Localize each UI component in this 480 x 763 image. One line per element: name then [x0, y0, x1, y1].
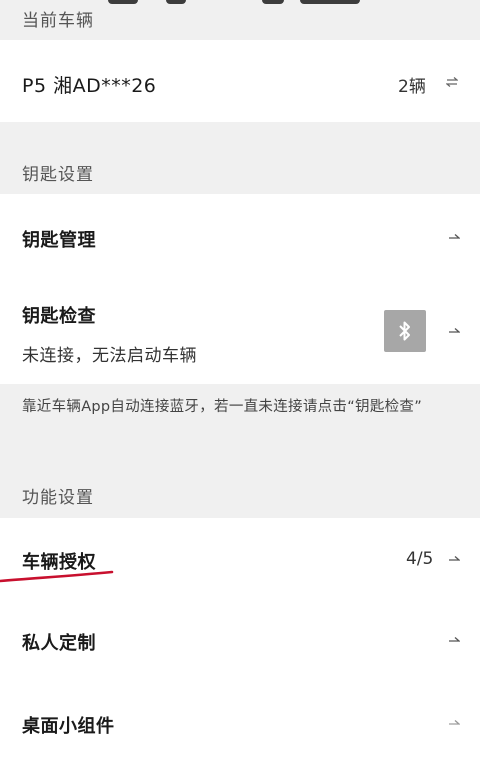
- cropped-glyph: [166, 0, 186, 4]
- private-customization-row[interactable]: 私人定制: [0, 600, 480, 682]
- vehicle-plate: P5 湘AD***26: [22, 75, 157, 97]
- section-header-function-settings: 功能设置: [22, 488, 94, 508]
- red-underline-annotation: [0, 570, 114, 583]
- cropped-glyph: [300, 0, 360, 4]
- cropped-glyph: [108, 0, 138, 4]
- arrow-right-icon: [449, 328, 460, 333]
- current-vehicle-row[interactable]: P5 湘AD***26 2辆: [0, 40, 480, 122]
- private-customization-label: 私人定制: [22, 633, 96, 654]
- bluetooth-button[interactable]: [384, 310, 426, 352]
- desktop-widget-label: 桌面小组件: [22, 716, 115, 737]
- arrow-right-icon: [449, 637, 460, 642]
- cropped-glyph: [262, 0, 284, 4]
- vehicle-count: 2辆: [398, 77, 426, 97]
- vehicle-authorization-value: 4/5: [406, 549, 434, 569]
- key-management-label: 钥匙管理: [22, 230, 96, 251]
- key-check-status: 未连接，无法启动车辆: [22, 346, 197, 366]
- key-check-label: 钥匙检查: [22, 306, 96, 327]
- bluetooth-icon: [399, 321, 410, 341]
- key-management-row[interactable]: 钥匙管理: [0, 194, 480, 280]
- bluetooth-hint-text: 靠近车辆App自动连接蓝牙，若一直未连接请点击“钥匙检查”: [22, 399, 423, 415]
- vehicle-authorization-row[interactable]: 车辆授权 4/5: [0, 518, 480, 600]
- arrow-right-icon: [449, 234, 460, 239]
- swap-icon[interactable]: [446, 77, 458, 87]
- arrow-right-icon: [449, 556, 460, 561]
- section-header-current-vehicle: 当前车辆: [22, 11, 94, 31]
- screen-glare: [280, 700, 480, 763]
- section-header-key-settings: 钥匙设置: [22, 165, 94, 185]
